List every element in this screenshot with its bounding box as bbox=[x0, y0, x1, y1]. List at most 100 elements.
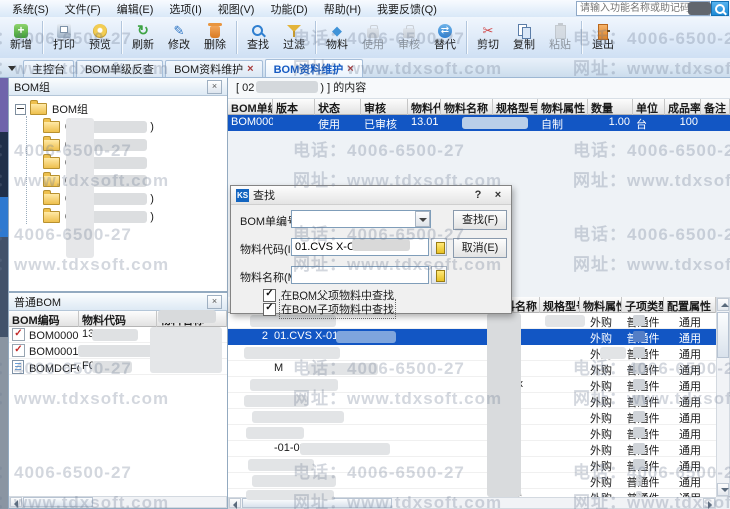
tab-4[interactable]: BOM资料维护× bbox=[265, 59, 363, 77]
bom-header-row-selected[interactable]: BOM00000使用已审核13.01自制1.00台100 bbox=[228, 115, 730, 131]
column-header[interactable]: 物料属性 bbox=[538, 99, 588, 115]
menu-item[interactable]: 编辑(E) bbox=[109, 0, 162, 18]
column-header[interactable]: 物料属性 bbox=[580, 297, 622, 313]
tab-1[interactable]: 主控台 bbox=[23, 60, 74, 77]
column-header[interactable]: 规格型号 bbox=[493, 99, 538, 115]
horizontal-scrollbar[interactable] bbox=[9, 496, 227, 508]
material-name-lookup-button[interactable] bbox=[431, 266, 447, 284]
toolbar-button[interactable]: 剪切 bbox=[470, 18, 506, 57]
tree-node[interactable]: 01.) bbox=[15, 118, 227, 136]
menu-item[interactable]: 帮助(H) bbox=[316, 0, 369, 18]
combobox-dropdown-icon[interactable] bbox=[415, 211, 430, 227]
cell-seq bbox=[228, 489, 271, 497]
column-header[interactable]: 规格型号 bbox=[540, 297, 580, 313]
column-header[interactable]: 物料名称 bbox=[157, 311, 227, 327]
detail-row[interactable]: 接板外购普通件通用 bbox=[228, 409, 716, 425]
cancel-button[interactable]: 取消(E) bbox=[453, 238, 507, 258]
cell-code: 01.CVS X-01 bbox=[271, 329, 490, 344]
material-code-lookup-button[interactable] bbox=[431, 238, 447, 256]
toolbar-button[interactable]: 打印 bbox=[46, 18, 82, 57]
toolbar: 新增打印预览刷新修改删除查找过滤物料使用审核替代剪切复制粘贴退出 bbox=[0, 17, 730, 59]
function-search-input[interactable] bbox=[576, 1, 710, 16]
toolbar-button[interactable]: 物料 bbox=[319, 18, 355, 57]
close-panel-icon[interactable]: × bbox=[207, 80, 222, 94]
dialog-help-button[interactable]: ? bbox=[470, 189, 486, 201]
detail-row[interactable]: -01-08外购普通件通用 bbox=[228, 441, 716, 457]
tree-root-node[interactable]: BOM组 bbox=[15, 100, 227, 118]
tab-3[interactable]: BOM资料维护× bbox=[165, 60, 263, 77]
checkbox-checked-icon[interactable] bbox=[263, 289, 276, 302]
search-child-checkbox-row[interactable]: 在BOM子项物料中查找 bbox=[263, 301, 394, 317]
close-panel-icon[interactable]: × bbox=[207, 295, 222, 309]
column-header[interactable]: 数量 bbox=[588, 99, 633, 115]
find-button[interactable]: 查找(F) bbox=[453, 210, 507, 230]
toolbar-button[interactable]: 删除 bbox=[197, 18, 233, 57]
toolbar-button[interactable]: 刷新 bbox=[125, 18, 161, 57]
horizontal-scrollbar[interactable] bbox=[228, 497, 716, 509]
toolbar-button-label: 过滤 bbox=[283, 39, 305, 51]
bom-no-combobox[interactable] bbox=[291, 210, 431, 228]
column-header[interactable]: 版本 bbox=[273, 99, 315, 115]
tree-node[interactable]: 07.) bbox=[15, 208, 227, 226]
toolbar-button-label: 粘贴 bbox=[549, 39, 571, 51]
column-header[interactable]: 物料代码 bbox=[408, 99, 441, 115]
column-header[interactable]: 审核 bbox=[361, 99, 408, 115]
table-row[interactable]: BOMDCFCX004F0 bbox=[9, 359, 227, 375]
tree-node[interactable]: 03. bbox=[15, 154, 227, 172]
toolbar-button[interactable]: 过滤 bbox=[276, 18, 312, 57]
detail-row[interactable]: CB 5x外购普通件通用 bbox=[228, 377, 716, 393]
column-header[interactable]: 状态 bbox=[315, 99, 361, 115]
column-header[interactable]: 配置属性 bbox=[664, 297, 716, 313]
toolbar-button[interactable]: 修改 bbox=[161, 18, 197, 57]
detail-row[interactable]: 11外购普通件通用 bbox=[228, 473, 716, 489]
detail-row[interactable]: HB 线外购普通件通用 bbox=[228, 489, 716, 497]
toolbar-button[interactable]: 查找 bbox=[240, 18, 276, 57]
detail-row[interactable]: M外购普通件通用 bbox=[228, 361, 716, 377]
column-header[interactable]: BOM单编号 bbox=[228, 99, 273, 115]
column-header[interactable]: 成品率(%) bbox=[665, 99, 701, 115]
menu-item[interactable]: 文件(F) bbox=[57, 0, 109, 18]
menu-item[interactable]: 视图(V) bbox=[210, 0, 263, 18]
checkbox-checked-icon[interactable] bbox=[263, 303, 276, 316]
toolbar-button[interactable]: 复制 bbox=[506, 18, 542, 57]
tree-node[interactable]: 06.) bbox=[15, 190, 227, 208]
toolbar-button[interactable]: 替代 bbox=[427, 18, 463, 57]
detail-row[interactable]: 外购普通件通用 bbox=[228, 457, 716, 473]
search-go-button[interactable] bbox=[711, 1, 729, 16]
find-dialog-titlebar[interactable]: KS 查找 ? × bbox=[231, 186, 511, 205]
column-header[interactable]: 物料名称 bbox=[441, 99, 493, 115]
tree-node[interactable]: 02. bbox=[15, 136, 227, 154]
toolbar-button[interactable]: 退出 bbox=[585, 18, 621, 57]
cell-yield: 100 bbox=[665, 115, 701, 130]
tab-2[interactable]: BOM单级反查 bbox=[76, 60, 163, 77]
tree-node[interactable]: 05. bbox=[15, 172, 227, 190]
column-header[interactable]: 备注 bbox=[701, 99, 730, 115]
menu-item[interactable]: 系统(S) bbox=[4, 0, 57, 18]
material-name-input[interactable] bbox=[291, 266, 429, 284]
toolbar-button[interactable]: 新增 bbox=[3, 18, 39, 57]
detail-row[interactable]: 8控板外购普通件通用 bbox=[228, 393, 716, 409]
column-header[interactable]: 单位 bbox=[633, 99, 665, 115]
tab-close-icon[interactable]: × bbox=[347, 64, 353, 74]
column-header[interactable]: 子项类型 bbox=[622, 297, 664, 313]
menu-item[interactable]: 选项(I) bbox=[161, 0, 209, 18]
detail-row[interactable]: 天外购普通件通用 bbox=[228, 425, 716, 441]
cell-seq: 2 bbox=[228, 329, 271, 344]
tab-close-icon[interactable]: × bbox=[247, 64, 253, 74]
vertical-scrollbar[interactable] bbox=[716, 297, 730, 497]
detail-row[interactable]: 201.CVS X-01外购普通件通用 bbox=[228, 329, 716, 345]
column-header[interactable]: 物料代码 bbox=[79, 311, 157, 327]
material-code-input[interactable] bbox=[291, 238, 429, 256]
menu-item[interactable]: 我要反馈(Q) bbox=[369, 0, 445, 18]
tree-node-label-tail: ) bbox=[150, 193, 154, 205]
tab-list-dropdown-icon[interactable] bbox=[5, 61, 19, 75]
table-row[interactable]: BOM00010 bbox=[9, 343, 227, 359]
column-header[interactable]: BOM编码 bbox=[9, 311, 79, 327]
menu-item[interactable]: 功能(D) bbox=[262, 0, 315, 18]
toolbar-button[interactable]: 预览 bbox=[82, 18, 118, 57]
tree-collapse-icon[interactable] bbox=[15, 104, 26, 115]
trash-icon bbox=[210, 26, 220, 38]
detail-row[interactable]: 外购普通件通用 bbox=[228, 345, 716, 361]
table-row[interactable]: BOM0000913 bbox=[9, 327, 227, 343]
dialog-close-button[interactable]: × bbox=[490, 189, 506, 201]
